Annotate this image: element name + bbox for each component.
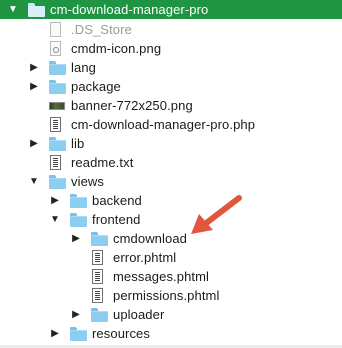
- disclosure-collapsed-icon[interactable]: ▶: [27, 58, 41, 77]
- folder-icon: [28, 2, 45, 17]
- tree-item-label: error.phtml: [113, 250, 177, 265]
- tree-item-label: resources: [92, 326, 150, 341]
- tree-item-label: cmdm-icon.png: [71, 41, 162, 56]
- tree-row-lib[interactable]: ▶ lib: [0, 134, 342, 153]
- disclosure-collapsed-icon[interactable]: ▶: [48, 191, 62, 210]
- disclosure-collapsed-icon[interactable]: ▶: [69, 229, 83, 248]
- php-file-icon: [49, 117, 65, 132]
- tree-row-permissions[interactable]: permissions.phtml: [0, 286, 342, 305]
- folder-icon: [70, 326, 87, 341]
- tree-item-label: .DS_Store: [71, 22, 132, 37]
- image-file-icon: [49, 41, 65, 56]
- tree-row-ds-store[interactable]: .DS_Store: [0, 20, 342, 39]
- tree-row-error[interactable]: error.phtml: [0, 248, 342, 267]
- tree-item-label: lib: [71, 136, 85, 151]
- tree-row-backend[interactable]: ▶ backend: [0, 191, 342, 210]
- tree-item-label: readme.txt: [71, 155, 134, 170]
- disclosure-expanded-icon[interactable]: ▼: [48, 210, 62, 229]
- tree-row-messages[interactable]: messages.phtml: [0, 267, 342, 286]
- folder-icon: [91, 231, 108, 246]
- folder-icon: [49, 60, 66, 75]
- tree-item-label: package: [71, 79, 121, 94]
- folder-icon: [49, 174, 66, 189]
- file-icon: [49, 22, 65, 37]
- tree-row-uploader[interactable]: ▶ uploader: [0, 305, 342, 324]
- tree-row-main-php[interactable]: cm-download-manager-pro.php: [0, 115, 342, 134]
- tree-row-resources[interactable]: ▶ resources: [0, 324, 342, 343]
- image-thumbnail-icon: [49, 98, 65, 113]
- tree-item-label: banner-772x250.png: [71, 98, 193, 113]
- tree-item-label: cm-download-manager-pro.php: [71, 117, 256, 132]
- tree-row-lang[interactable]: ▶ lang: [0, 58, 342, 77]
- tree-row-frontend[interactable]: ▼ frontend: [0, 210, 342, 229]
- tree-item-label: cm-download-manager-pro: [50, 2, 209, 17]
- tree-item-label: frontend: [92, 212, 141, 227]
- phtml-file-icon: [91, 288, 107, 303]
- disclosure-expanded-icon[interactable]: ▼: [27, 172, 41, 191]
- tree-row-package[interactable]: ▶ package: [0, 77, 342, 96]
- tree-row-root[interactable]: ▼ cm-download-manager-pro: [0, 0, 342, 19]
- tree-item-label: lang: [71, 60, 96, 75]
- folder-icon: [49, 79, 66, 94]
- folder-icon: [91, 307, 108, 322]
- disclosure-collapsed-icon[interactable]: ▶: [69, 305, 83, 324]
- tree-row-cmdm-icon[interactable]: cmdm-icon.png: [0, 39, 342, 58]
- tree-item-label: permissions.phtml: [113, 288, 220, 303]
- file-tree: ▼ cm-download-manager-pro .DS_Store cmdm…: [0, 0, 342, 348]
- tree-item-label: cmdownload: [113, 231, 187, 246]
- folder-icon: [49, 136, 66, 151]
- tree-row-cmdownload[interactable]: ▶ cmdownload: [0, 229, 342, 248]
- disclosure-collapsed-icon[interactable]: ▶: [27, 134, 41, 153]
- disclosure-expanded-icon[interactable]: ▼: [6, 0, 20, 19]
- disclosure-collapsed-icon[interactable]: ▶: [48, 324, 62, 343]
- tree-row-readme[interactable]: readme.txt: [0, 153, 342, 172]
- text-file-icon: [49, 155, 65, 170]
- folder-icon: [70, 212, 87, 227]
- disclosure-collapsed-icon[interactable]: ▶: [27, 77, 41, 96]
- tree-row-views[interactable]: ▼ views: [0, 172, 342, 191]
- phtml-file-icon: [91, 269, 107, 284]
- tree-row-banner[interactable]: banner-772x250.png: [0, 96, 342, 115]
- annotation-arrow-icon: [191, 195, 242, 234]
- tree-item-label: messages.phtml: [113, 269, 210, 284]
- phtml-file-icon: [91, 250, 107, 265]
- tree-item-label: backend: [92, 193, 142, 208]
- tree-item-label: uploader: [113, 307, 165, 322]
- folder-icon: [70, 193, 87, 208]
- tree-item-label: views: [71, 174, 105, 189]
